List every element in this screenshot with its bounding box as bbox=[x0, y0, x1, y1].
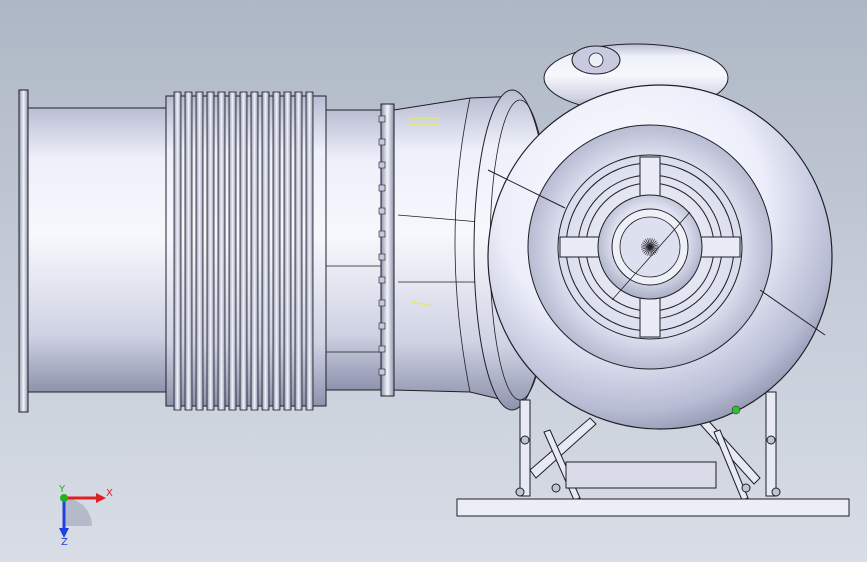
bellows-rib bbox=[195, 91, 204, 411]
inlet-duct bbox=[27, 107, 169, 393]
z-axis-label: Z bbox=[61, 537, 68, 548]
y-axis-dot bbox=[60, 494, 68, 502]
bellows-rib bbox=[184, 91, 193, 411]
flange-bolt bbox=[378, 299, 386, 307]
bellows-rib bbox=[228, 91, 237, 411]
flange-bolt bbox=[378, 276, 386, 284]
flange-bolt bbox=[378, 207, 386, 215]
impeller-hub[interactable] bbox=[597, 194, 703, 301]
bellows-rib bbox=[261, 91, 270, 411]
flange-bolt bbox=[378, 230, 386, 238]
green-marker bbox=[731, 405, 741, 415]
bellows-rib bbox=[272, 91, 281, 411]
fan-assembly-model[interactable] bbox=[0, 0, 867, 562]
flange-bolt bbox=[378, 368, 386, 376]
bellows-rib bbox=[305, 91, 314, 411]
flange-bolt bbox=[378, 161, 386, 169]
bellows-expansion-joint bbox=[165, 91, 327, 411]
bellows-rib bbox=[294, 91, 303, 411]
bellows-rib bbox=[283, 91, 292, 411]
bolted-flange bbox=[378, 103, 395, 397]
flange-bolt bbox=[378, 322, 386, 330]
bellows-rib bbox=[239, 91, 248, 411]
axis-triad: X Z Y bbox=[58, 484, 113, 548]
cad-viewport[interactable]: X Z Y bbox=[0, 0, 867, 562]
flange-bolt bbox=[378, 253, 386, 261]
flange-bolt bbox=[378, 138, 386, 146]
bellows-rib bbox=[206, 91, 215, 411]
bellows-rib bbox=[173, 91, 182, 411]
bellows-rib bbox=[217, 91, 226, 411]
flange-bolt bbox=[378, 115, 386, 123]
bellows-rib bbox=[250, 91, 259, 411]
flange-bolt bbox=[378, 184, 386, 192]
x-axis-label: X bbox=[106, 488, 113, 499]
y-axis-label: Y bbox=[58, 484, 66, 495]
transition-duct bbox=[325, 109, 385, 391]
inlet-flange bbox=[18, 89, 29, 413]
base-plate bbox=[456, 498, 850, 517]
flange-bolt bbox=[378, 345, 386, 353]
